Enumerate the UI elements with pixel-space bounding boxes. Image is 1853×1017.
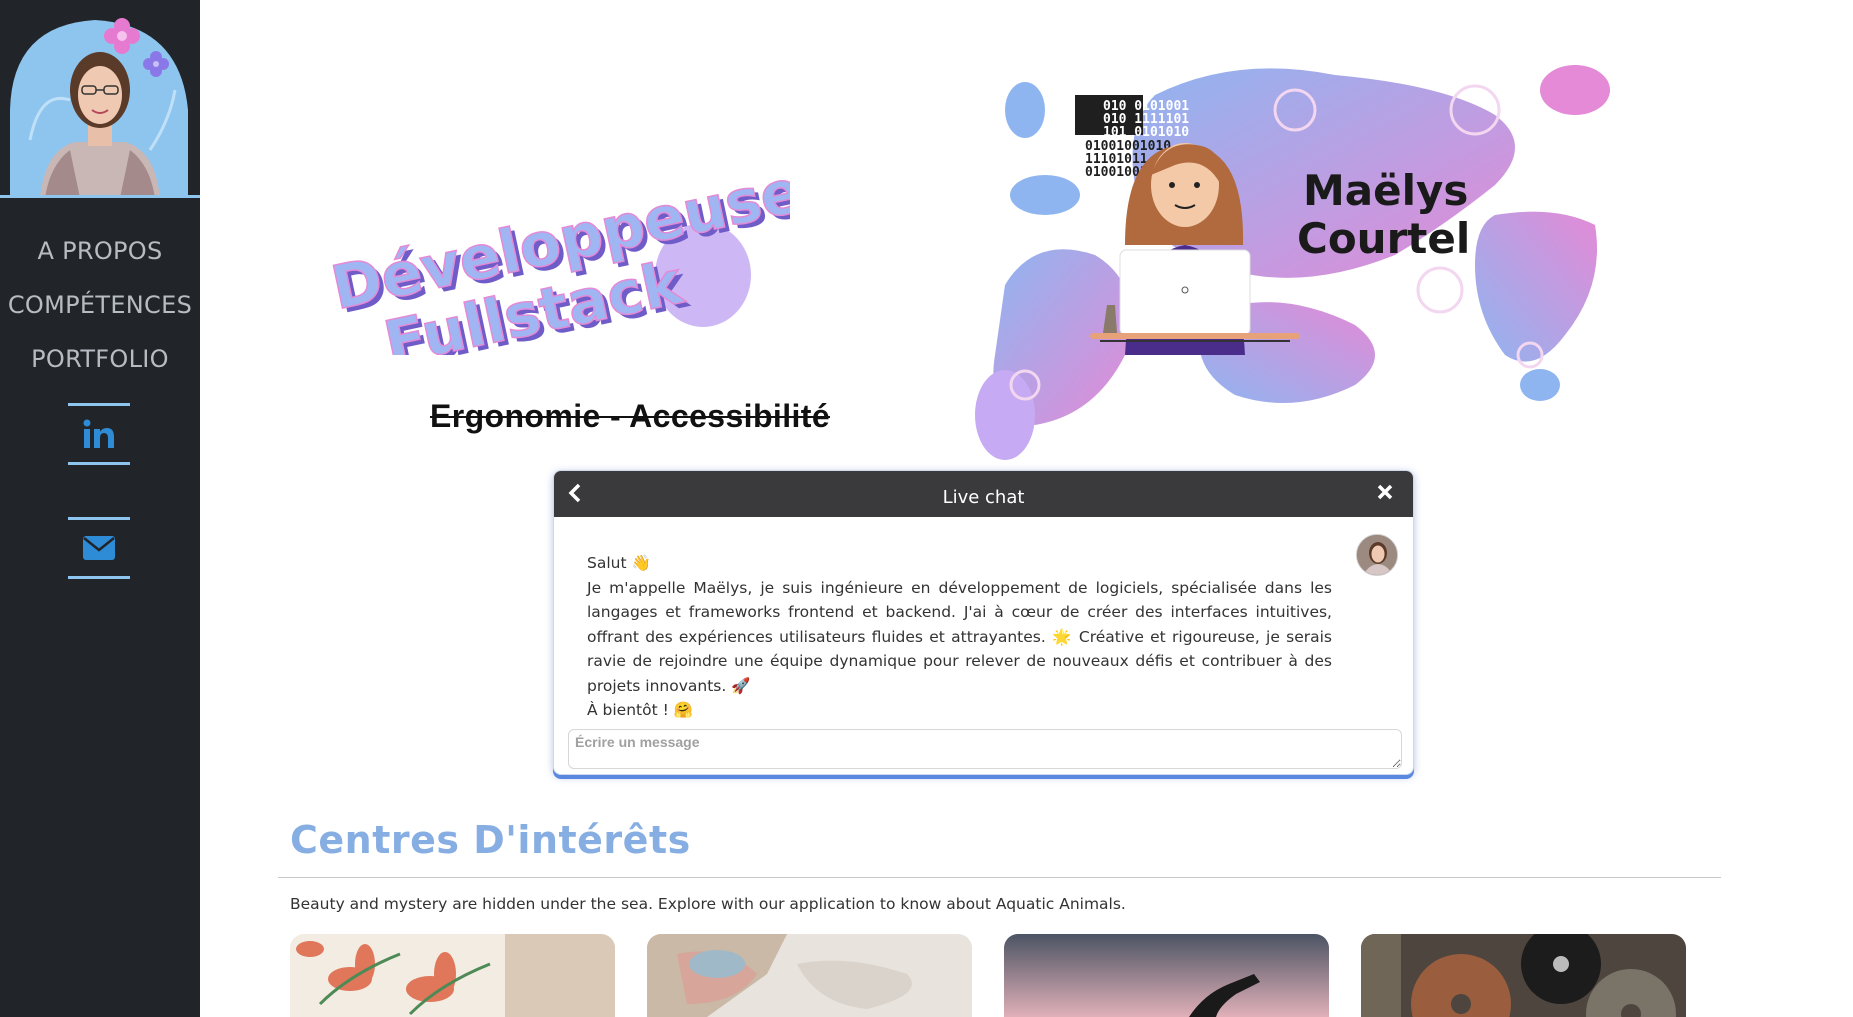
nav-link-a-propos[interactable]: A PROPOS: [0, 224, 200, 278]
chat-title: Live chat: [942, 487, 1025, 508]
hero-illustration: 010 0101001 010 1111101 101 0101010 0100…: [975, 55, 1615, 465]
interest-card-floral[interactable]: [290, 934, 615, 1017]
nav-link-portfolio[interactable]: PORTFOLIO: [0, 332, 200, 386]
nav-link-competences[interactable]: COMPÉTENCES: [0, 278, 200, 332]
chat-header: Live chat: [554, 471, 1413, 517]
hero-name-line2: Courtel: [1297, 214, 1470, 263]
chat-message: Salut 👋 Je m'appelle Maëlys, je suis ing…: [587, 551, 1332, 723]
chat-greeting: Salut 👋: [587, 554, 651, 572]
profile-avatar: [0, 0, 200, 198]
main-nav: A PROPOS COMPÉTENCES PORTFOLIO: [0, 224, 200, 386]
email-link[interactable]: [68, 517, 130, 579]
chat-body: Je m'appelle Maëlys, je suis ingénieure …: [587, 578, 1332, 695]
hero-subtitle: Ergonomie - Accessibilité: [430, 398, 831, 434]
section-divider: [278, 877, 1721, 878]
chat-message-input[interactable]: [568, 729, 1402, 769]
interest-card-film[interactable]: [1361, 934, 1686, 1017]
binary-line-3: 101 0101010: [1103, 125, 1189, 140]
interests-title: Centres D'intérêts: [290, 818, 691, 862]
hero-name-line1: Maëlys: [1303, 166, 1468, 215]
interest-card-map[interactable]: [647, 934, 972, 1017]
page: A PROPOS COMPÉTENCES PORTFOLIO Développe…: [0, 0, 1853, 1017]
interest-card-sunset[interactable]: [1004, 934, 1329, 1017]
sidebar: A PROPOS COMPÉTENCES PORTFOLIO: [0, 0, 200, 1017]
chat-avatar: [1356, 534, 1398, 576]
envelope-icon: [83, 536, 115, 560]
hero-title-graphic: Développeuse Développeuse Fullstack Full…: [320, 155, 813, 383]
live-chat-widget: Live chat Salut 👋 Je m'appelle Maëlys, j…: [553, 470, 1414, 775]
linkedin-icon: [83, 419, 114, 448]
linkedin-link[interactable]: [68, 403, 130, 465]
interests-description: Beauty and mystery are hidden under the …: [290, 895, 1126, 913]
chat-signoff: À bientôt ! 🤗: [587, 701, 694, 719]
close-icon[interactable]: [1377, 483, 1397, 505]
